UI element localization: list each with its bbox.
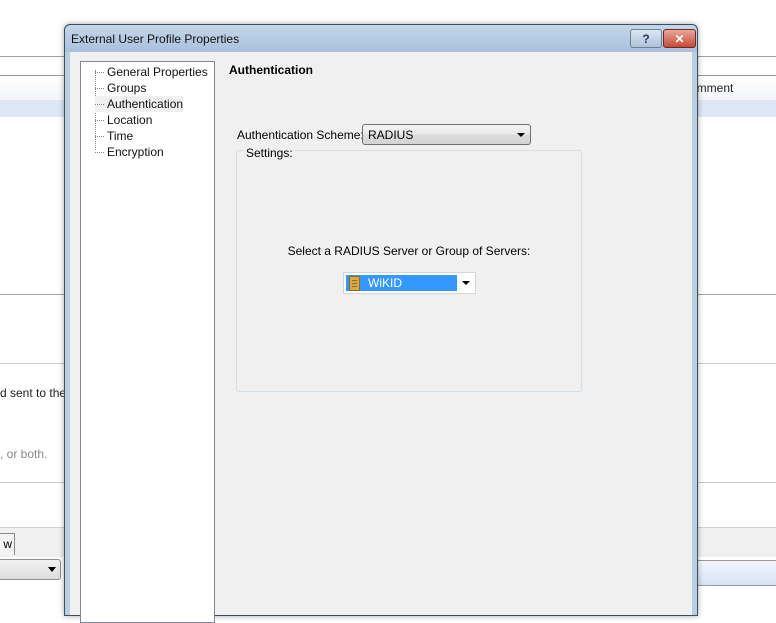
help-icon: ?: [642, 31, 650, 46]
tree-item-time[interactable]: Time: [95, 128, 133, 144]
hint-text: , or both.: [0, 447, 48, 461]
background-tab[interactable]: w: [0, 533, 15, 555]
settings-legend: Settings:: [244, 146, 295, 160]
close-icon: ✕: [674, 31, 685, 46]
radius-server-value: WiKID: [368, 276, 402, 290]
dialog-title: External User Profile Properties: [71, 32, 240, 46]
tree-item-encryption[interactable]: Encryption: [95, 144, 164, 160]
background-row: [697, 560, 776, 586]
selected-option-highlight: WiKID: [346, 275, 457, 291]
authentication-scheme-label: Authentication Scheme:: [237, 128, 364, 142]
chevron-down-icon: [462, 281, 470, 285]
tree-item-groups[interactable]: Groups: [95, 80, 146, 96]
chevron-down-icon: [517, 133, 525, 137]
dialog-client-area: General Properties Groups Authentication…: [70, 52, 692, 623]
background-dropdown[interactable]: [0, 559, 61, 580]
chevron-down-icon: [48, 567, 56, 572]
server-icon: [349, 276, 360, 291]
navigation-tree: General Properties Groups Authentication…: [80, 61, 215, 623]
properties-dialog: External User Profile Properties ? ✕ Gen…: [64, 24, 698, 623]
close-button[interactable]: ✕: [663, 29, 696, 48]
authentication-scheme-select[interactable]: RADIUS: [362, 124, 531, 145]
pane-title: Authentication: [229, 63, 313, 77]
help-button[interactable]: ?: [630, 29, 662, 48]
settings-groupbox: [236, 150, 582, 392]
tree-item-general-properties[interactable]: General Properties: [95, 64, 208, 80]
description-text: d sent to their: [0, 386, 73, 400]
radius-server-prompt: Select a RADIUS Server or Group of Serve…: [287, 244, 531, 258]
tree-item-location[interactable]: Location: [95, 112, 152, 128]
radius-server-select[interactable]: WiKID: [343, 272, 476, 294]
authentication-scheme-value: RADIUS: [368, 128, 414, 142]
title-bar[interactable]: External User Profile Properties ? ✕: [65, 25, 697, 52]
tree-item-authentication[interactable]: Authentication: [95, 96, 184, 112]
